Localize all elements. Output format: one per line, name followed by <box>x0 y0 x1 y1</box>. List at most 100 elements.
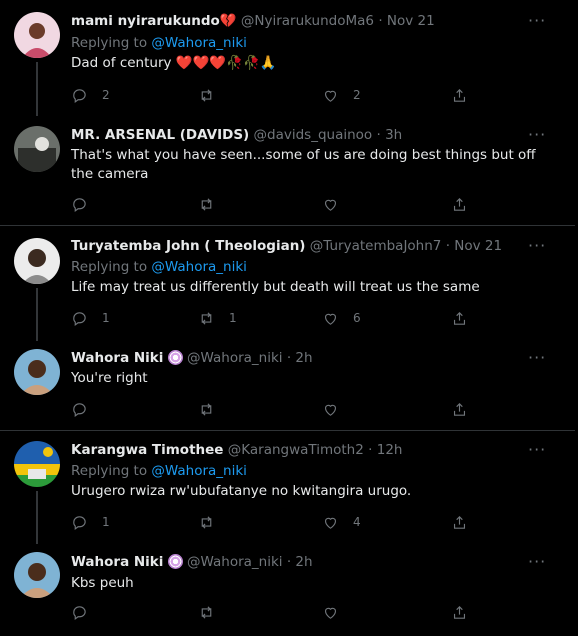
avatar[interactable] <box>14 238 60 284</box>
tweet-header: Turyatemba John ( Theologian) @Turyatemb… <box>71 237 502 255</box>
like-button[interactable] <box>322 602 353 622</box>
replying-to: Replying to @Wahora_niki <box>71 258 247 276</box>
timestamp[interactable]: 2h <box>295 554 312 570</box>
user-handle[interactable]: @Wahora_niki <box>187 350 283 366</box>
tweet-header: MR. ARSENAL (DAVIDS) @davids_quainoo · 3… <box>71 126 402 144</box>
mention-link[interactable]: @Wahora_niki <box>151 259 247 275</box>
thread-line <box>36 491 38 544</box>
speech-bubble-icon <box>73 88 86 103</box>
reply-button[interactable] <box>71 602 102 622</box>
heart-icon <box>324 90 337 102</box>
avatar[interactable] <box>14 12 60 58</box>
like-button[interactable]: 2 <box>322 85 361 105</box>
speech-bubble-icon <box>73 311 86 326</box>
heart-icon <box>324 313 337 325</box>
like-button[interactable] <box>322 399 353 419</box>
tweet-header: Karangwa Timothee @KarangwaTimoth2 · 12h <box>71 441 402 459</box>
reply-button[interactable]: 1 <box>71 308 110 328</box>
more-dots-icon[interactable]: ··· <box>528 13 546 34</box>
reply-count: 1 <box>102 515 110 529</box>
action-bar <box>71 194 471 214</box>
avatar[interactable] <box>14 552 60 598</box>
reply-count: 2 <box>102 88 110 102</box>
reply-button[interactable]: 2 <box>71 85 110 105</box>
separator-dot: · <box>376 127 381 143</box>
retweet-icon <box>201 605 212 619</box>
share-button[interactable] <box>451 512 468 532</box>
retweet-button[interactable]: 1 <box>198 308 237 328</box>
avatar[interactable] <box>14 441 60 487</box>
heart-icon <box>324 199 337 211</box>
timestamp[interactable]: Nov 21 <box>454 238 502 254</box>
share-button[interactable] <box>451 602 468 622</box>
share-button[interactable] <box>451 399 468 419</box>
reply-button[interactable] <box>71 194 102 214</box>
display-name[interactable]: MR. ARSENAL (DAVIDS) <box>71 127 249 143</box>
share-icon <box>453 197 466 211</box>
share-icon <box>453 605 466 619</box>
user-handle[interactable]: @KarangwaTimoth2 <box>228 442 364 458</box>
separator-dot: · <box>368 442 373 458</box>
display-name[interactable]: Wahora Niki <box>71 554 163 570</box>
display-name[interactable]: Karangwa Timothee <box>71 442 223 458</box>
tweet-card[interactable]: Wahora Niki @Wahora_niki · 2h ··· Kbs pe… <box>0 544 575 636</box>
retweet-icon <box>201 515 212 529</box>
separator-dot: · <box>286 554 292 570</box>
avatar[interactable] <box>14 126 60 172</box>
share-button[interactable] <box>451 194 468 214</box>
tweet-header: Wahora Niki @Wahora_niki · 2h <box>71 553 313 571</box>
user-handle[interactable]: @TuryatembaJohn7 <box>310 238 442 254</box>
tweet-card[interactable]: Turyatemba John ( Theologian) @Turyatemb… <box>0 226 575 341</box>
timestamp[interactable]: 3h <box>385 127 402 143</box>
replying-label: Replying to <box>71 463 148 479</box>
share-button[interactable] <box>451 85 468 105</box>
tweet-card[interactable]: mami nyirarukundo💔 @NyirarukundoMa6 · No… <box>0 0 575 116</box>
like-button[interactable]: 4 <box>322 512 361 532</box>
action-bar: 1 4 <box>71 512 471 532</box>
user-handle[interactable]: @NyirarukundoMa6 <box>241 13 374 29</box>
user-handle[interactable]: @davids_quainoo <box>254 127 373 143</box>
retweet-button[interactable] <box>198 399 229 419</box>
retweet-button[interactable] <box>198 194 229 214</box>
tweet-card[interactable]: Wahora Niki @Wahora_niki · 2h ··· You're… <box>0 341 575 429</box>
like-button[interactable]: 6 <box>322 308 361 328</box>
tweet-text: Life may treat us differently but death … <box>71 279 480 295</box>
display-name[interactable]: Turyatemba John ( Theologian) <box>71 238 305 254</box>
replying-to: Replying to @Wahora_niki <box>71 34 247 52</box>
user-handle[interactable]: @Wahora_niki <box>187 554 283 570</box>
tweet-card[interactable]: MR. ARSENAL (DAVIDS) @davids_quainoo · 3… <box>0 116 575 225</box>
share-icon <box>453 515 466 529</box>
badge-icon <box>167 554 183 569</box>
retweet-button[interactable] <box>198 512 229 532</box>
separator-dot: · <box>286 350 292 366</box>
share-icon <box>453 88 466 102</box>
replying-label: Replying to <box>71 35 148 51</box>
retweet-count: 1 <box>229 311 237 325</box>
display-name[interactable]: mami nyirarukundo💔 <box>71 13 237 29</box>
tweet-card[interactable]: Karangwa Timothee @KarangwaTimoth2 · 12h… <box>0 431 575 544</box>
more-dots-icon[interactable]: ··· <box>528 554 546 575</box>
display-name[interactable]: Wahora Niki <box>71 350 163 366</box>
retweet-icon <box>201 197 212 211</box>
share-icon <box>453 311 466 325</box>
tweet-text: Dad of century ❤️❤️❤️🥀🥀🙏 <box>71 55 277 71</box>
share-button[interactable] <box>451 308 468 328</box>
more-dots-icon[interactable]: ··· <box>528 442 546 463</box>
mention-link[interactable]: @Wahora_niki <box>151 463 247 479</box>
avatar[interactable] <box>14 349 60 395</box>
tweet-text: You're right <box>71 370 148 386</box>
more-dots-icon[interactable]: ··· <box>528 238 546 259</box>
reply-button[interactable] <box>71 399 102 419</box>
timestamp[interactable]: 12h <box>377 442 403 458</box>
separator-dot: · <box>445 238 450 254</box>
retweet-button[interactable] <box>198 85 229 105</box>
timestamp[interactable]: Nov 21 <box>387 13 435 29</box>
like-button[interactable] <box>322 194 353 214</box>
thread-line <box>36 288 38 341</box>
timestamp[interactable]: 2h <box>295 350 312 366</box>
retweet-button[interactable] <box>198 602 229 622</box>
tweet-header: Wahora Niki @Wahora_niki · 2h <box>71 349 313 367</box>
mention-link[interactable]: @Wahora_niki <box>151 35 247 51</box>
like-count: 4 <box>353 515 361 529</box>
reply-button[interactable]: 1 <box>71 512 110 532</box>
